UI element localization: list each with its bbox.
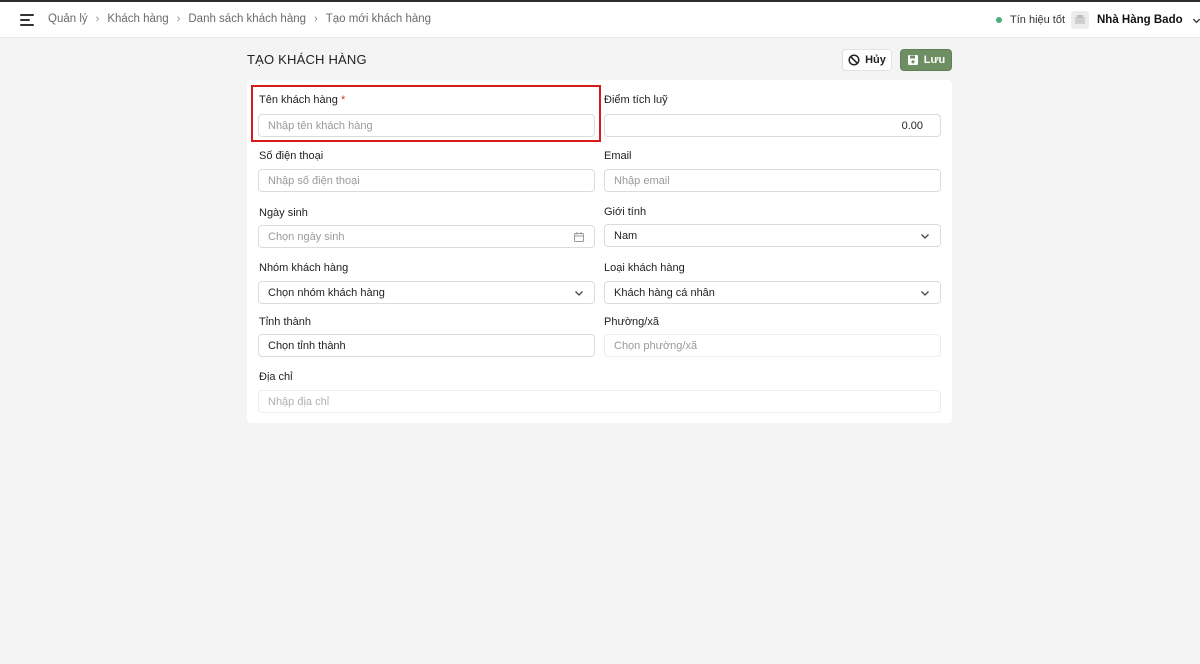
email-input[interactable]: Nhập email (604, 169, 941, 192)
top-bar: Quản lý › Khách hàng › Danh sách khách h… (0, 0, 1200, 38)
address-input[interactable]: Nhập địa chỉ (258, 390, 941, 413)
chevron-down-icon (921, 290, 929, 296)
cancel-button-label: Hủy (865, 54, 886, 66)
address-placeholder: Nhập địa chỉ (268, 395, 330, 408)
ward-placeholder: Chọn phường/xã (614, 339, 698, 352)
birthday-input[interactable]: Chọn ngày sinh (258, 225, 595, 248)
address-label: Địa chỉ (259, 371, 293, 383)
connection-status: Tín hiệu tốt (996, 14, 1065, 26)
breadcrumb: Quản lý › Khách hàng › Danh sách khách h… (48, 13, 431, 25)
customer-group-value: Chọn nhóm khách hàng (268, 286, 385, 299)
customer-type-label: Loại khách hàng (604, 262, 685, 274)
customer-group-select[interactable]: Chọn nhóm khách hàng (258, 281, 595, 304)
menu-icon[interactable] (20, 13, 36, 27)
required-mark: * (340, 94, 346, 106)
calendar-icon[interactable] (573, 231, 585, 243)
province-value: Chọn tỉnh thành (268, 339, 346, 352)
ward-label: Phường/xã (604, 316, 659, 328)
birthday-label: Ngày sinh (259, 207, 308, 219)
store-name: Nhà Hàng Bado (1097, 14, 1183, 26)
customer-type-value: Khách hàng cá nhân (614, 286, 715, 299)
ward-select[interactable]: Chọn phường/xã (604, 334, 941, 357)
points-value: 0.00 (901, 119, 923, 132)
breadcrumb-item-customer-list[interactable]: Danh sách khách hàng (188, 13, 306, 25)
chevron-down-icon (575, 290, 583, 296)
ban-icon (848, 54, 860, 66)
chevron-right-icon: › (176, 13, 181, 25)
email-placeholder: Nhập email (614, 174, 670, 187)
save-button-label: Lưu (923, 54, 946, 66)
store-selector[interactable]: Nhà Hàng Bado (1071, 11, 1200, 29)
page-title: TẠO KHÁCH HÀNG (247, 52, 367, 67)
gender-label: Giới tính (604, 206, 647, 218)
customer-name-placeholder: Nhập tên khách hàng (268, 119, 373, 132)
customer-name-label: Tên khách hàng * (259, 94, 345, 106)
status-text: Tín hiệu tốt (1010, 14, 1066, 26)
store-logo-icon (1071, 11, 1089, 29)
breadcrumb-item-customers[interactable]: Khách hàng (107, 13, 168, 25)
province-label: Tỉnh thành (259, 316, 311, 328)
customer-name-label-text: Tên khách hàng (259, 94, 338, 106)
customer-type-select[interactable]: Khách hàng cá nhân (604, 281, 941, 304)
gender-value: Nam (614, 229, 638, 242)
email-label: Email (604, 150, 632, 162)
floppy-disk-icon (907, 55, 918, 65)
chevron-right-icon: › (314, 13, 318, 25)
points-label: Điểm tích luỹ (604, 94, 668, 106)
points-input[interactable]: 0.00 (604, 114, 941, 137)
status-dot-icon (996, 17, 1002, 23)
birthday-placeholder: Chọn ngày sinh (268, 230, 345, 243)
breadcrumb-item-management[interactable]: Quản lý (48, 13, 88, 25)
chevron-down-icon (921, 233, 929, 239)
cancel-button[interactable]: Hủy (842, 49, 892, 71)
province-select[interactable]: Chọn tỉnh thành (258, 334, 595, 357)
customer-name-input[interactable]: Nhập tên khách hàng (258, 114, 595, 137)
breadcrumb-item-new-customer: Tạo mới khách hàng (325, 13, 432, 25)
phone-label: Số điện thoại (259, 150, 324, 162)
phone-placeholder: Nhập số điện thoại (268, 174, 360, 187)
phone-input[interactable]: Nhập số điện thoại (258, 169, 595, 192)
save-button[interactable]: Lưu (900, 49, 952, 71)
gender-select[interactable]: Nam (604, 224, 941, 247)
chevron-right-icon: › (95, 13, 100, 25)
customer-group-label: Nhóm khách hàng (259, 262, 349, 274)
chevron-down-icon (1192, 18, 1200, 23)
